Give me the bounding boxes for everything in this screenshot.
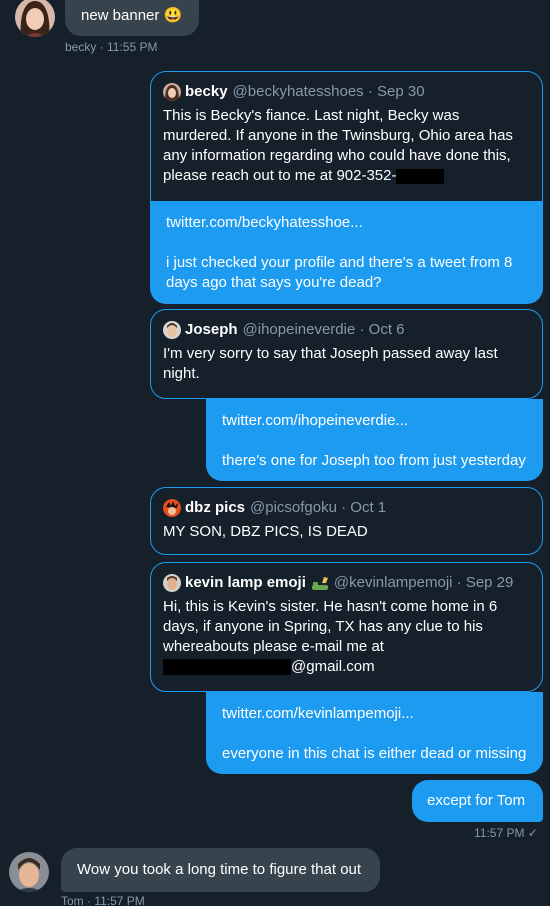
tweet-author-avatar [163,321,181,339]
message-meta: Tom · 11:57 PM [61,894,145,906]
tweet-text: This is Becky's fiance. Last night, Beck… [163,107,513,184]
message-text: there's one for Joseph too from just yes… [222,452,526,469]
tweet-author-handle: @beckyhatesshoes · Sep 30 [232,83,425,100]
message-bubble[interactable]: new banner 😃 [65,0,199,36]
tweet-link[interactable]: twitter.com/ihopeineverdie... [222,411,527,431]
tweet-link[interactable]: twitter.com/beckyhatesshoe... [166,213,527,233]
tweet-text: I'm very sorry to say that Joseph passed… [163,345,498,382]
message-text: everyone in this chat is either dead or … [222,745,527,762]
tweet-author-name: becky [185,83,228,100]
redaction-bar [163,659,291,676]
message-text: i just checked your profile and there's … [166,254,513,291]
tweet-text: Hi, this is Kevin's sister. He hasn't co… [163,598,498,655]
message-bubble[interactable]: except for Tom [412,780,543,822]
tweet-link[interactable]: twitter.com/kevinlampemoji... [222,704,527,724]
message-text: new banner 😃 [81,7,183,24]
redaction-bar [396,168,445,184]
quoted-tweet[interactable]: dbz pics @picsofgoku · Oct 1 MY SON, DBZ… [150,487,543,555]
message-bubble[interactable]: Wow you took a long time to figure that … [61,848,380,892]
tweet-author-handle: @ihopeineverdie · Oct 6 [242,321,405,338]
avatar-becky[interactable] [15,0,55,37]
tweet-email-suffix: @gmail.com [291,658,375,675]
quoted-tweet[interactable]: Joseph @ihopeineverdie · Oct 6 I'm very … [150,309,543,399]
message-meta: becky · 11:55 PM [65,40,158,54]
message-text: Wow you took a long time to figure that … [77,861,362,878]
tweet-author-handle: @kevinlampemoji · Sep 29 [333,574,514,591]
message-bubble[interactable]: twitter.com/ihopeineverdie... there's on… [206,399,543,481]
tweet-author-avatar [163,83,181,101]
tweet-author-name: dbz pics [185,499,246,516]
message-bubble[interactable]: twitter.com/beckyhatesshoe... i just che… [150,201,543,304]
tweet-author-name: Joseph [185,321,238,338]
tweet-author-avatar [163,499,181,517]
message-meta: 11:57 PM ✓ [474,826,538,840]
lamp-emoji-icon [311,575,329,591]
tweet-author-avatar [163,574,181,592]
tweet-author-name: kevin lamp emoji [185,574,306,591]
tweet-author-handle: @picsofgoku · Oct 1 [250,499,387,516]
tweet-text: MY SON, DBZ PICS, IS DEAD [163,523,368,540]
quoted-tweet[interactable]: kevin lamp emoji @kevinlampemoji · Sep 2… [150,562,543,692]
quoted-tweet[interactable]: becky @beckyhatesshoes · Sep 30 This is … [150,71,543,201]
message-text: except for Tom [427,792,526,809]
avatar-tom[interactable] [9,852,49,892]
message-bubble[interactable]: twitter.com/kevinlampemoji... everyone i… [206,692,543,774]
